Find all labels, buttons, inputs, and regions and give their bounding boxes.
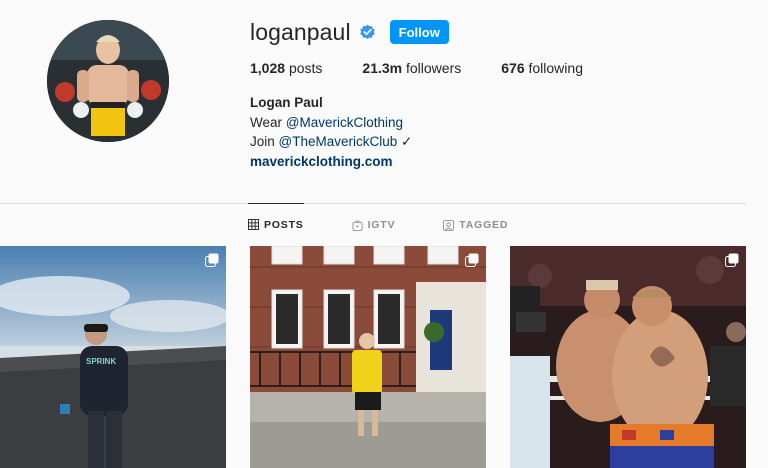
stat-following[interactable]: 676 following [501, 60, 583, 76]
stat-posts-value: 1,028 [250, 60, 286, 76]
igtv-icon [352, 219, 363, 231]
post-thumbnail-2[interactable] [250, 246, 486, 468]
grid-icon [248, 219, 259, 230]
tagged-icon [443, 219, 455, 231]
stat-followers[interactable]: 21.3m followers [362, 60, 461, 76]
stat-followers-label: followers [406, 60, 462, 76]
stat-followers-value: 21.3m [362, 60, 403, 76]
follow-button[interactable]: Follow [389, 20, 449, 44]
stat-posts: 1,028 posts [250, 60, 322, 76]
profile-avatar[interactable] [47, 20, 169, 142]
bio-line-wear: Wear @MaverickClothing [250, 113, 412, 133]
post-thumbnail-3[interactable] [510, 246, 746, 468]
bio-website-link[interactable]: maverickclothing.com [250, 152, 412, 172]
tab-posts-label: POSTS [264, 218, 304, 231]
profile-bio: Logan Paul Wear @MaverickClothing Join @… [250, 93, 412, 171]
full-name: Logan Paul [250, 95, 323, 110]
bio-line-join: Join @TheMaverickClub ✓ [250, 132, 412, 152]
avatar-image [47, 20, 169, 142]
posts-grid: SPRINK [0, 246, 768, 468]
tab-igtv-label: IGTV [367, 219, 396, 231]
bio-line-join-prefix: Join [250, 134, 279, 149]
post-thumbnail-1[interactable]: SPRINK [0, 246, 226, 468]
multiple-posts-icon [465, 253, 479, 267]
profile-tabs: POSTS IGTV TAGGED [248, 203, 556, 246]
tab-igtv[interactable]: IGTV [352, 204, 396, 246]
tab-tagged[interactable]: TAGGED [443, 204, 508, 246]
stat-posts-label: posts [288, 60, 323, 76]
tab-posts[interactable]: POSTS [248, 203, 304, 245]
profile-stats: 1,028 posts 21.3m followers 676 followin… [250, 60, 623, 76]
bio-line-join-suffix: ✓ [397, 134, 413, 149]
username-row: loganpaul Follow [250, 18, 449, 46]
verified-badge-icon [359, 24, 376, 41]
tab-tagged-label: TAGGED [459, 219, 509, 231]
stat-following-value: 676 [501, 60, 525, 76]
multiple-posts-icon [725, 253, 739, 267]
post-image-townhouse [250, 246, 486, 468]
stat-following-label: following [528, 60, 583, 76]
post-image-beach: SPRINK [0, 246, 226, 468]
multiple-posts-icon [205, 253, 219, 267]
mention-maverick-club[interactable]: @TheMaverickClub [279, 134, 398, 149]
username: loganpaul [250, 18, 351, 45]
post-image-boxing-ring [510, 246, 746, 468]
mention-maverick-clothing[interactable]: @MaverickClothing [286, 115, 403, 130]
svg-text:SPRINK: SPRINK [86, 357, 116, 366]
bio-line-wear-prefix: Wear [250, 114, 286, 130]
